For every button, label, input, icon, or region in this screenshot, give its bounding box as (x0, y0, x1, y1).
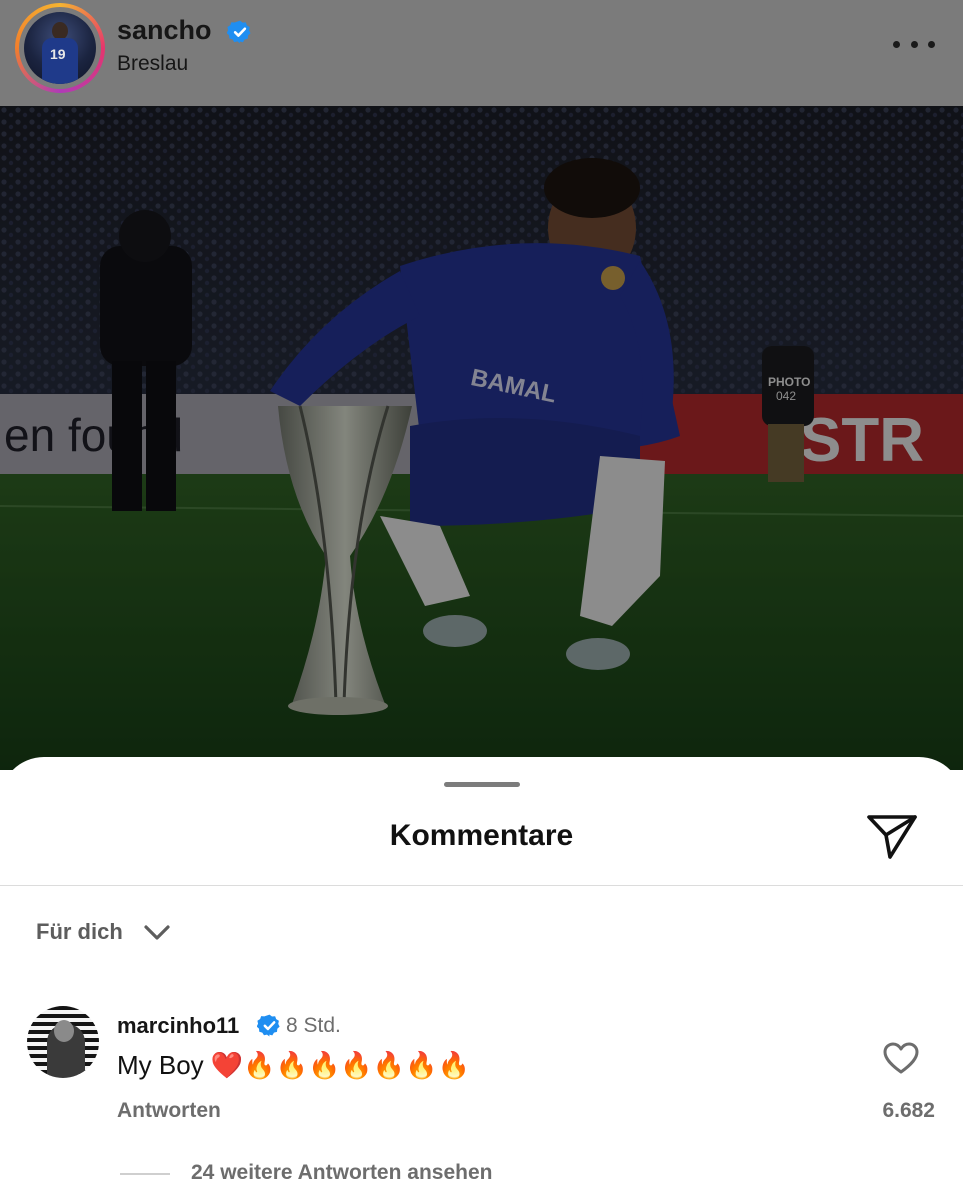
like-count: 6.682 (882, 1099, 935, 1122)
sort-dropdown[interactable]: Für dich (36, 917, 171, 947)
comment-timestamp: 8 Std. (286, 1014, 341, 1037)
photo-illustration: en found STR PHOTO 042 BAMAL (0, 106, 963, 770)
avatar-jersey-number: 19 (50, 46, 66, 62)
verified-badge-icon (257, 1014, 280, 1037)
view-replies-button[interactable]: 24 weitere Antworten ansehen (191, 1161, 492, 1185)
post-username[interactable]: sancho (117, 15, 212, 46)
comment-text: My Boy ❤️🔥🔥🔥🔥🔥🔥🔥 (117, 1050, 470, 1080)
post-location[interactable]: Breslau (117, 52, 188, 76)
post-header: 19 sancho Breslau (0, 0, 963, 106)
heart-icon[interactable] (882, 1041, 920, 1075)
verified-badge-icon (227, 20, 251, 44)
post-photo[interactable]: en found STR PHOTO 042 BAMAL (0, 106, 963, 770)
more-dot (910, 40, 918, 48)
more-dot (928, 40, 935, 48)
send-icon[interactable] (866, 813, 918, 859)
sort-label: Für dich (36, 919, 123, 944)
photo-dim-overlay (0, 106, 963, 770)
chevron-down-icon (144, 925, 170, 940)
profile-avatar[interactable]: 19 (15, 3, 105, 93)
comment-avatar[interactable] (27, 1006, 99, 1078)
comment-avatar-face (54, 1020, 74, 1042)
comments-title: Kommentare (389, 819, 574, 852)
replies-connector-line (120, 1173, 170, 1175)
reply-button[interactable]: Antworten (117, 1099, 221, 1123)
sheet-drag-handle[interactable] (444, 782, 520, 787)
avatar-image: 19 (24, 12, 96, 84)
comments-sheet: Kommentare Für dich marcinho11 8 Std. My… (0, 757, 963, 1200)
more-dot (893, 40, 900, 48)
comment-username[interactable]: marcinho11 (117, 1013, 239, 1039)
avatar-border: 19 (19, 7, 101, 89)
sheet-divider (0, 885, 963, 886)
more-horizontal-icon[interactable] (893, 36, 935, 52)
